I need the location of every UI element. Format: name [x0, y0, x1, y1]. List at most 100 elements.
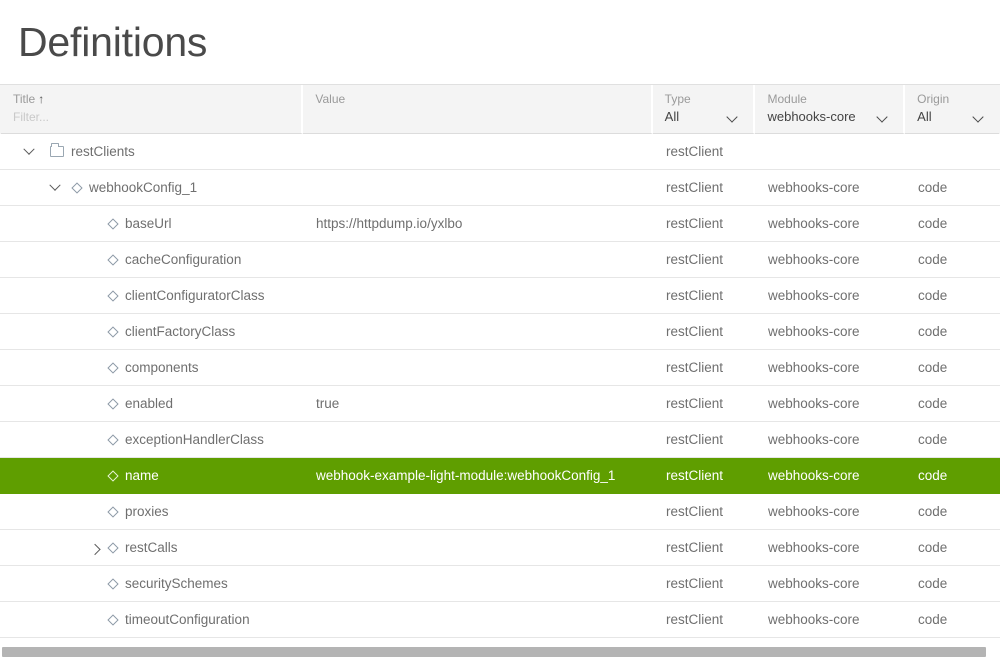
- row-module-cell: webhooks-core: [768, 468, 860, 483]
- origin-filter-value: All: [917, 109, 932, 124]
- row-origin-cell: code: [918, 288, 948, 303]
- row-title-cell: timeoutConfiguration: [0, 602, 303, 638]
- row-origin-cell: code: [918, 216, 948, 231]
- row-module-cell: webhooks-core: [768, 540, 860, 555]
- chevron-down-icon[interactable]: [18, 141, 40, 163]
- definitions-grid: Title ↑ Filter... Value Type All Module w…: [0, 84, 1000, 660]
- diamond-icon: [108, 327, 117, 336]
- row-module-cell: webhooks-core: [768, 504, 860, 519]
- diamond-icon: [108, 579, 117, 588]
- row-value-cell: true: [316, 396, 340, 411]
- column-header-type[interactable]: Type All: [652, 85, 756, 134]
- table-row[interactable]: clientFactoryClass restClient webhooks-cor…: [0, 314, 1000, 350]
- row-type-cell: restClient: [666, 360, 724, 375]
- row-type-cell: restClient: [666, 540, 724, 555]
- column-header-origin[interactable]: Origin All: [905, 85, 999, 134]
- row-origin-cell: code: [918, 540, 948, 555]
- module-filter-dropdown[interactable]: webhooks-core: [767, 108, 903, 125]
- type-filter-dropdown[interactable]: All: [665, 108, 754, 125]
- table-row[interactable]: restCalls restClient webhooks-core code: [0, 530, 1000, 566]
- tree-expander-placeholder: [84, 429, 106, 451]
- grid-body: restClients restClient webhookConfig_1 rest…: [0, 134, 1000, 638]
- row-origin-cell: code: [918, 612, 948, 627]
- column-header-module-label: Module: [767, 92, 807, 106]
- tree-expander-placeholder: [84, 609, 106, 631]
- row-origin-cell: code: [918, 504, 948, 519]
- row-type-cell: restClient: [666, 252, 724, 267]
- diamond-icon: [108, 399, 117, 408]
- diamond-icon: [108, 219, 117, 228]
- row-title-label: securitySchemes: [125, 575, 228, 591]
- diamond-icon: [108, 255, 117, 264]
- row-type-cell: restClient: [666, 144, 724, 159]
- row-title-label: clientConfiguratorClass: [125, 287, 265, 303]
- sort-ascending-icon[interactable]: ↑: [38, 92, 44, 107]
- row-title-cell: enabled: [0, 386, 303, 422]
- row-module-cell: webhooks-core: [768, 216, 860, 231]
- table-row[interactable]: restClients restClient: [0, 134, 1000, 170]
- column-header-origin-label: Origin: [917, 92, 950, 106]
- table-row[interactable]: enabled true restClient webhooks-core code: [0, 386, 1000, 422]
- table-row[interactable]: timeoutConfiguration restClient webhooks-c…: [0, 602, 1000, 638]
- row-title-label: cacheConfiguration: [125, 251, 242, 267]
- row-origin-cell: code: [918, 360, 948, 375]
- row-origin-cell: code: [918, 324, 948, 339]
- row-title-label: name: [125, 467, 159, 483]
- diamond-icon: [108, 363, 117, 372]
- row-type-cell: restClient: [666, 612, 724, 627]
- tree-expander-placeholder: [84, 321, 106, 343]
- row-title-cell: securitySchemes: [0, 566, 303, 602]
- table-row[interactable]: name webhook-example-light-module:webhook…: [0, 458, 1000, 494]
- row-type-cell: restClient: [666, 432, 724, 447]
- column-header-module[interactable]: Module webhooks-core: [755, 85, 906, 134]
- table-row[interactable]: cacheConfiguration restClient webhooks-cor…: [0, 242, 1000, 278]
- row-title-label: enabled: [125, 395, 174, 411]
- table-row[interactable]: securitySchemes restClient webhooks-core co…: [0, 566, 1000, 602]
- column-header-type-label: Type: [664, 92, 691, 106]
- column-header-value-label: Value: [315, 92, 346, 106]
- row-type-cell: restClient: [666, 288, 724, 303]
- chevron-down-icon[interactable]: [728, 113, 739, 120]
- column-title-text: Title: [13, 92, 36, 106]
- row-title-label: exceptionHandlerClass: [125, 431, 264, 447]
- table-row[interactable]: clientConfiguratorClass restClient webhook…: [0, 278, 1000, 314]
- column-header-title[interactable]: Title ↑ Filter...: [1, 85, 304, 134]
- row-value-cell: https://httpdump.io/yxlbo: [316, 216, 463, 231]
- row-module-cell: webhooks-core: [768, 324, 860, 339]
- title-filter-input[interactable]: Filter...: [13, 109, 301, 125]
- row-title-cell: baseUrl: [0, 206, 303, 242]
- row-title-cell: restCalls: [0, 530, 303, 566]
- row-module-cell: webhooks-core: [768, 432, 860, 447]
- diamond-icon: [108, 543, 117, 552]
- horizontal-scrollbar-thumb[interactable]: [2, 647, 986, 657]
- chevron-down-icon[interactable]: [974, 113, 985, 120]
- tree-expander-placeholder: [84, 285, 106, 307]
- row-type-cell: restClient: [666, 396, 724, 411]
- row-title-cell: name: [0, 458, 303, 494]
- row-title-label: baseUrl: [125, 215, 172, 231]
- diamond-icon: [108, 291, 117, 300]
- diamond-icon: [72, 183, 81, 192]
- table-row[interactable]: baseUrl https://httpdump.io/yxlbo restClie…: [0, 206, 1000, 242]
- table-row[interactable]: proxies restClient webhooks-core code: [0, 494, 1000, 530]
- chevron-down-icon[interactable]: [878, 113, 889, 120]
- origin-filter-dropdown[interactable]: All: [917, 108, 999, 125]
- row-title-label: clientFactoryClass: [125, 323, 236, 339]
- title-bar: Definitions: [0, 0, 1000, 84]
- tree-expander-placeholder: [84, 357, 106, 379]
- row-type-cell: restClient: [666, 180, 724, 195]
- row-value-cell: webhook-example-light-module:webhookConf…: [316, 468, 616, 483]
- table-row[interactable]: webhookConfig_1 restClient webhooks-core co…: [0, 170, 1000, 206]
- column-header-value[interactable]: Value: [303, 85, 653, 134]
- horizontal-scrollbar[interactable]: [0, 644, 1000, 660]
- row-origin-cell: code: [918, 180, 948, 195]
- row-type-cell: restClient: [666, 216, 724, 231]
- diamond-icon: [108, 435, 117, 444]
- row-title-cell: cacheConfiguration: [0, 242, 303, 278]
- chevron-down-icon[interactable]: [44, 177, 66, 199]
- chevron-right-icon[interactable]: [84, 537, 106, 559]
- table-row[interactable]: exceptionHandlerClass restClient webhooks-…: [0, 422, 1000, 458]
- table-row[interactable]: components restClient webhooks-core code: [0, 350, 1000, 386]
- row-origin-cell: code: [918, 252, 948, 267]
- row-module-cell: webhooks-core: [768, 612, 860, 627]
